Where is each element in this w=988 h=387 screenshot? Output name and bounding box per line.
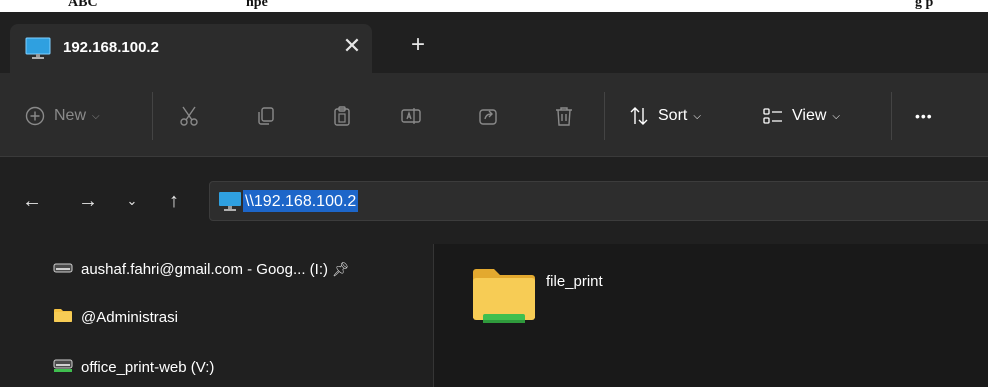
background-text: npe (246, 0, 268, 10)
close-icon[interactable]: ✕ (340, 34, 364, 58)
chevron-down-icon: ⌵ (693, 110, 701, 122)
pin-icon: 📌︎ (331, 260, 350, 277)
rename-button[interactable] (400, 102, 422, 130)
copy-icon (255, 105, 277, 127)
background-text: ABC (68, 0, 98, 10)
sort-button[interactable]: Sort ⌵ (628, 102, 701, 130)
share-button[interactable] (477, 102, 499, 130)
sort-arrows-icon (628, 105, 650, 127)
address-row: ← → ⌄ ↑ \\192.168.100.2 (0, 157, 988, 244)
cut-button[interactable] (178, 102, 200, 130)
rename-icon (400, 105, 422, 127)
chevron-down-icon: ⌵ (92, 110, 100, 122)
sidebar-item-label: aushaf.fahri@gmail.com - Goog... (I:) (81, 260, 328, 278)
recent-locations-button[interactable]: ⌄ (118, 187, 146, 215)
toolbar-divider (604, 92, 605, 140)
command-bar: New ⌵ Sort ⌵ View ⌵ ••• (0, 73, 988, 157)
new-button-label: New (54, 107, 87, 124)
folder-item-file-print[interactable]: file_print (467, 260, 627, 340)
monitor-icon (25, 37, 51, 66)
clipboard-icon (331, 105, 353, 127)
copy-button[interactable] (255, 102, 277, 130)
folder-label: file_print (546, 273, 603, 290)
share-icon (477, 105, 499, 127)
view-button[interactable]: View ⌵ (762, 102, 840, 130)
toolbar-divider (152, 92, 153, 140)
sort-button-label: Sort (658, 107, 688, 124)
new-button[interactable]: New ⌵ (24, 102, 100, 130)
sidebar-item-label: @Administrasi (81, 308, 178, 326)
drive-icon (53, 260, 73, 278)
shared-folder-icon (471, 262, 537, 331)
view-list-icon (762, 105, 784, 127)
view-button-label: View (792, 107, 827, 124)
tab-title: 192.168.100.2 (63, 39, 159, 56)
plus-circle-icon (24, 105, 46, 127)
forward-button[interactable]: → (74, 187, 102, 215)
sidebar-item-google-drive[interactable]: aushaf.fahri@gmail.com - Goog... (I:) 📌︎ (53, 257, 350, 281)
more-options-button[interactable]: ••• (915, 102, 933, 130)
sidebar-item-administrasi[interactable]: @Administrasi (53, 305, 178, 329)
up-button[interactable]: ↑ (160, 187, 188, 215)
new-tab-button[interactable]: + (406, 33, 430, 57)
sidebar-item-label: office_print-web (V:) (81, 358, 215, 376)
paste-button[interactable] (331, 102, 353, 130)
network-drive-icon (53, 357, 73, 377)
back-button[interactable]: ← (18, 187, 46, 215)
address-bar[interactable]: \\192.168.100.2 (209, 181, 988, 221)
navigation-pane: aushaf.fahri@gmail.com - Goog... (I:) 📌︎… (0, 244, 434, 387)
more-icon: ••• (915, 108, 933, 124)
toolbar-divider (891, 92, 892, 140)
folder-icon (53, 307, 73, 327)
background-text: g p (915, 0, 934, 10)
file-list: file_print (435, 244, 988, 387)
trash-icon (553, 105, 575, 127)
scissors-icon (178, 105, 200, 127)
background-document-strip: ABC npe g p (0, 0, 988, 12)
monitor-icon (218, 191, 242, 218)
sidebar-item-office-print-web[interactable]: office_print-web (V:) (53, 355, 214, 379)
tab-active[interactable]: 192.168.100.2 ✕ (10, 24, 372, 73)
address-input[interactable]: \\192.168.100.2 (243, 190, 359, 212)
chevron-down-icon: ⌵ (832, 110, 840, 122)
delete-button[interactable] (553, 102, 575, 130)
